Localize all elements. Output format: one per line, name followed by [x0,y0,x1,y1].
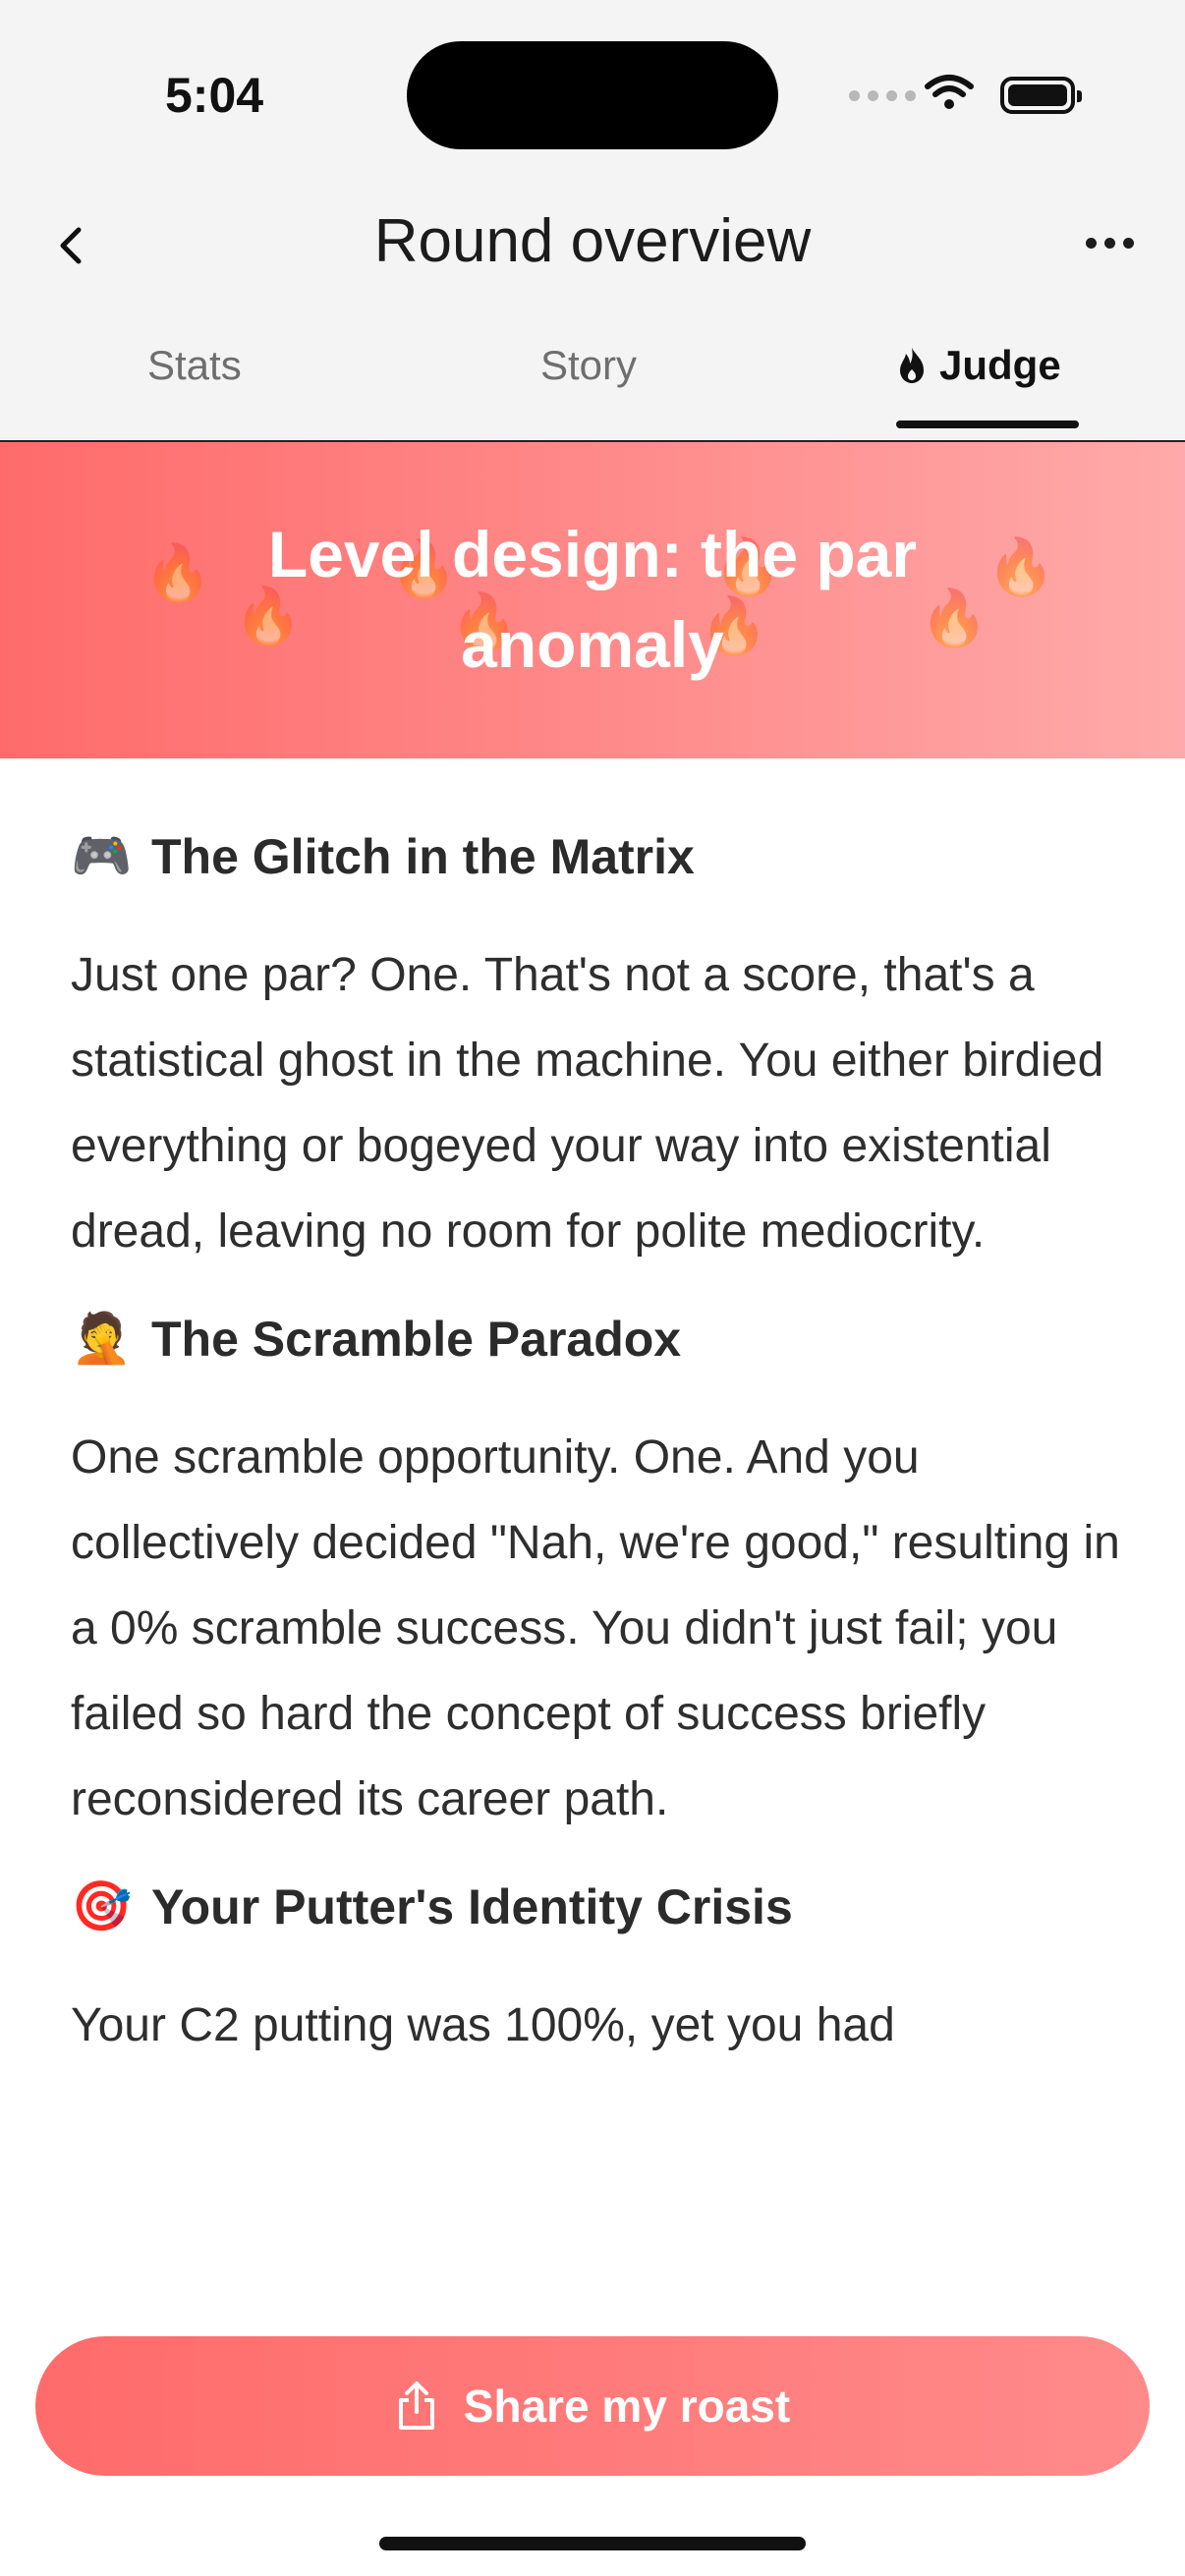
battery-icon [1000,77,1082,114]
roast-content: 🎮 The Glitch in the Matrix Just one par?… [71,758,1122,2068]
page-title: Round overview [373,207,812,275]
share-roast-button[interactable]: Share my roast [35,2336,1150,2476]
section-title: 🎯 Your Putter's Identity Crisis [71,1877,1122,1935]
tab-story[interactable]: Story [540,334,637,440]
bottom-fade [0,2260,1185,2299]
status-time: 5:04 [165,68,264,123]
home-indicator [379,2537,806,2550]
tab-judge-label: Judge [939,342,1061,388]
tab-stats[interactable]: Stats [147,334,242,440]
section-title: 🎮 The Glitch in the Matrix [71,827,1122,885]
roast-banner: 🔥 🔥 🔥 🔥 🔥 🔥 🔥 🔥 Level design: the par an… [0,442,1185,758]
facepalm-icon: 🤦 [71,1311,133,1366]
share-button-label: Share my roast [463,2380,791,2432]
section-title: 🤦 The Scramble Paradox [71,1310,1122,1368]
target-icon: 🎯 [71,1878,133,1933]
flame-icon [900,348,924,383]
wifi-icon [925,75,974,109]
section-title-text: Your Putter's Identity Crisis [151,1878,793,1934]
more-options-icon[interactable] [1086,238,1134,249]
navigation-header: Round overview Stats Story Judge [0,187,1185,442]
section-body: Just one par? One. That's not a score, t… [71,949,1104,1258]
tab-story-label: Story [540,342,638,388]
section-title-text: The Scramble Paradox [151,1311,682,1367]
section-title-text: The Glitch in the Matrix [151,828,695,884]
section-body: Your C2 putting was 100%, yet you had [71,1999,895,2051]
cellular-signal-icon [849,90,916,101]
dynamic-island [407,41,778,149]
tab-bar: Stats Story Judge [0,334,1185,440]
status-bar: 5:04 [0,0,1185,187]
game-controller-icon: 🎮 [71,828,133,883]
active-tab-indicator [896,420,1079,428]
section-body: One scramble opportunity. One. And you c… [71,1431,1120,1825]
banner-title: Level design: the par anomaly [267,518,918,681]
share-icon [398,2381,434,2430]
tab-stats-label: Stats [147,342,242,388]
